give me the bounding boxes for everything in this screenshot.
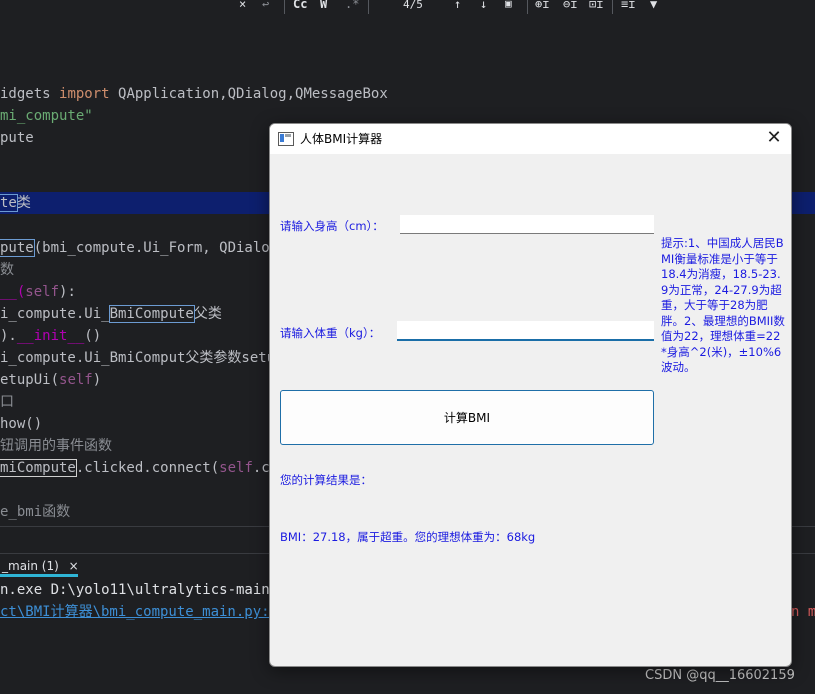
code-line: 数 xyxy=(0,262,14,278)
remove-selection-icon[interactable]: ⊖ɪ xyxy=(563,0,577,11)
code-line: e_bmi函数 xyxy=(0,504,71,520)
toolbar-separator xyxy=(284,0,285,14)
filter-icon[interactable]: ▼ xyxy=(650,0,657,11)
whole-word-toggle[interactable]: W xyxy=(320,0,327,11)
app-window-icon xyxy=(278,132,294,146)
match-count: 4/5 xyxy=(403,0,423,11)
bmi-hint-text: 提示:1、中国成人居民BMI衡量标准是小于等于18.4为消瘦，18.5-23.9… xyxy=(661,236,785,374)
code-line: te类 xyxy=(0,194,31,212)
toolbar-separator xyxy=(368,0,369,14)
code-line: pute xyxy=(0,130,34,146)
code-line: i_compute.Ui_BmiCompute父类 xyxy=(0,305,222,323)
prev-match-icon[interactable]: ↑ xyxy=(454,0,461,11)
regex-toggle[interactable]: .* xyxy=(345,0,359,11)
code-line: i_compute.Ui_BmiComput父类参数setup xyxy=(0,350,284,366)
code-line: 口 xyxy=(0,394,14,410)
find-undo-icon[interactable]: ↩ xyxy=(262,0,269,11)
calculate-bmi-button[interactable]: 计算BMI xyxy=(280,390,654,445)
select-all-icon[interactable]: ▣ xyxy=(505,0,512,10)
run-tab-close-icon[interactable]: × xyxy=(69,559,79,573)
code-line: __(self): xyxy=(0,284,76,300)
select-all-occurrences-icon[interactable]: ⊡ɪ xyxy=(589,0,603,11)
code-line: mi_compute" xyxy=(0,108,93,124)
toolbar-separator xyxy=(612,0,613,14)
ide-find-toolbar: × ↩ Cc W .* 4/5 ↑ ↓ ▣ ⊕ɪ ⊖ɪ ⊡ɪ ≡ɪ ▼ xyxy=(0,0,815,15)
code-line: miCompute.clicked.connect(self.com xyxy=(0,459,287,477)
code-line: pute(bmi_compute.Ui_Form, QDialog) xyxy=(0,239,287,257)
dialog-titlebar[interactable]: 人体BMI计算器 ✕ xyxy=(270,124,791,154)
result-text: BMI：27.18，属于超重。您的理想体重为：68kg xyxy=(280,530,536,544)
height-label: 请输入身高（cm）： xyxy=(280,219,384,233)
code-line: 钮调用的事件函数 xyxy=(0,438,112,454)
match-case-toggle[interactable]: Cc xyxy=(293,0,307,11)
dialog-title: 人体BMI计算器 xyxy=(300,132,383,146)
toolbar-separator xyxy=(527,0,528,14)
close-button[interactable]: ✕ xyxy=(757,124,791,154)
weight-input[interactable] xyxy=(397,321,654,341)
weight-label: 请输入体重（kg）： xyxy=(280,326,381,340)
add-selection-icon[interactable]: ⊕ɪ xyxy=(535,0,549,11)
console-error-text: n m xyxy=(791,604,815,620)
code-line: idgets import QApplication,QDialog,QMess… xyxy=(0,86,388,102)
close-icon: ✕ xyxy=(766,127,782,148)
run-tab[interactable]: _main (1) × xyxy=(0,556,79,576)
console-line: n.exe D:\yolo11\ultralytics-main\U xyxy=(0,582,287,598)
next-match-icon[interactable]: ↓ xyxy=(480,0,487,11)
height-input[interactable] xyxy=(400,215,654,234)
code-line: how() xyxy=(0,416,43,432)
console-file-link[interactable]: ct\BMI计算器\bmi_compute_main.py:14 xyxy=(0,601,286,623)
csdn-watermark: CSDN @qq__16602159 xyxy=(645,668,795,683)
filter-search-icon[interactable]: ≡ɪ xyxy=(621,0,635,11)
bmi-calculator-dialog: 人体BMI计算器 ✕ 请输入身高（cm）： 请输入体重（kg）： 提示:1、中国… xyxy=(269,123,792,667)
result-label: 您的计算结果是： xyxy=(280,473,372,487)
code-line: etupUi(self) xyxy=(0,372,102,388)
run-tab-label: _main (1) xyxy=(2,559,59,573)
code-line: ).__init__() xyxy=(0,328,102,344)
find-close-icon[interactable]: × xyxy=(239,0,246,11)
